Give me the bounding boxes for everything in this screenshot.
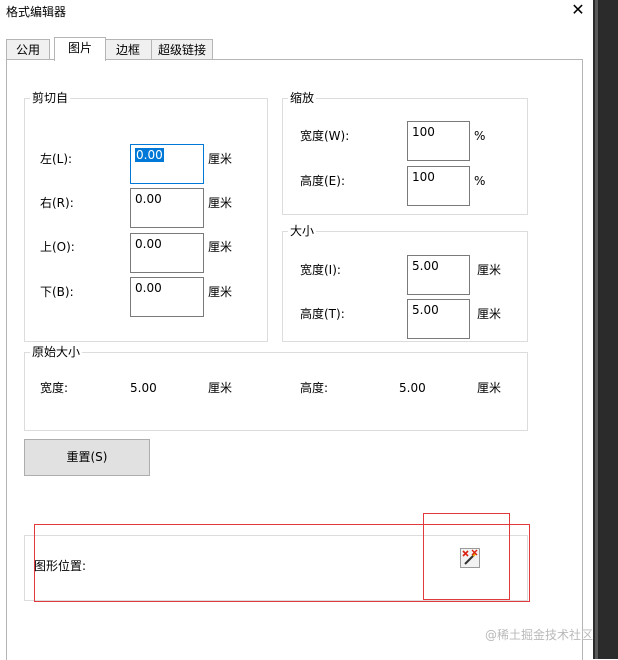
annotation-box-icon xyxy=(423,513,510,600)
watermark: @稀土掘金技术社区 xyxy=(485,628,594,642)
size-width-input[interactable]: 5.00 xyxy=(407,255,470,295)
crop-right-unit: 厘米 xyxy=(208,196,233,210)
size-legend: 大小 xyxy=(288,224,317,238)
size-height-unit: 厘米 xyxy=(477,307,502,321)
tab-hyperlink[interactable]: 超级链接 xyxy=(151,39,213,60)
original-height-unit: 厘米 xyxy=(477,381,502,395)
crop-bottom-input[interactable]: 0.00 xyxy=(130,277,204,317)
scale-group: 缩放 xyxy=(282,91,528,215)
crop-bottom-label: 下(B): xyxy=(40,285,74,299)
tab-image[interactable]: 图片 xyxy=(54,37,106,61)
scale-height-label: 高度(E): xyxy=(300,174,345,188)
size-height-label: 高度(T): xyxy=(300,307,345,321)
crop-right-input[interactable]: 0.00 xyxy=(130,188,204,228)
crop-legend: 剪切自 xyxy=(30,91,71,105)
window-title: 格式编辑器 xyxy=(6,5,67,19)
reset-button[interactable]: 重置(S) xyxy=(24,439,150,476)
crop-right-label: 右(R): xyxy=(40,196,74,210)
scale-height-input[interactable]: 100 xyxy=(407,166,470,206)
original-width-value: 5.00 xyxy=(130,381,157,395)
crop-top-unit: 厘米 xyxy=(208,240,233,254)
crop-left-label: 左(L): xyxy=(40,152,73,166)
crop-left-input[interactable]: 0.00 xyxy=(130,144,204,184)
scale-legend: 缩放 xyxy=(288,91,317,105)
original-width-unit: 厘米 xyxy=(208,381,233,395)
size-group: 大小 xyxy=(282,224,528,342)
crop-top-input[interactable]: 0.00 xyxy=(130,233,204,273)
original-width-label: 宽度: xyxy=(40,381,69,395)
scale-height-unit: % xyxy=(474,174,486,188)
background-strip xyxy=(593,0,618,659)
crop-left-value: 0.00 xyxy=(135,148,164,162)
tab-border[interactable]: 边框 xyxy=(104,39,152,60)
original-size-group: 原始大小 xyxy=(24,345,528,431)
crop-bottom-unit: 厘米 xyxy=(208,285,233,299)
scale-width-label: 宽度(W): xyxy=(300,129,350,143)
size-width-unit: 厘米 xyxy=(477,263,502,277)
original-height-value: 5.00 xyxy=(399,381,426,395)
close-icon[interactable]: ✕ xyxy=(569,0,587,20)
original-size-legend: 原始大小 xyxy=(30,345,83,359)
crop-top-label: 上(O): xyxy=(40,240,75,254)
size-width-label: 宽度(I): xyxy=(300,263,341,277)
crop-left-unit: 厘米 xyxy=(208,152,233,166)
scale-width-input[interactable]: 100 xyxy=(407,121,470,161)
original-height-label: 高度: xyxy=(300,381,329,395)
tab-common[interactable]: 公用 xyxy=(6,39,50,60)
size-height-input[interactable]: 5.00 xyxy=(407,299,470,339)
scale-width-unit: % xyxy=(474,129,486,143)
